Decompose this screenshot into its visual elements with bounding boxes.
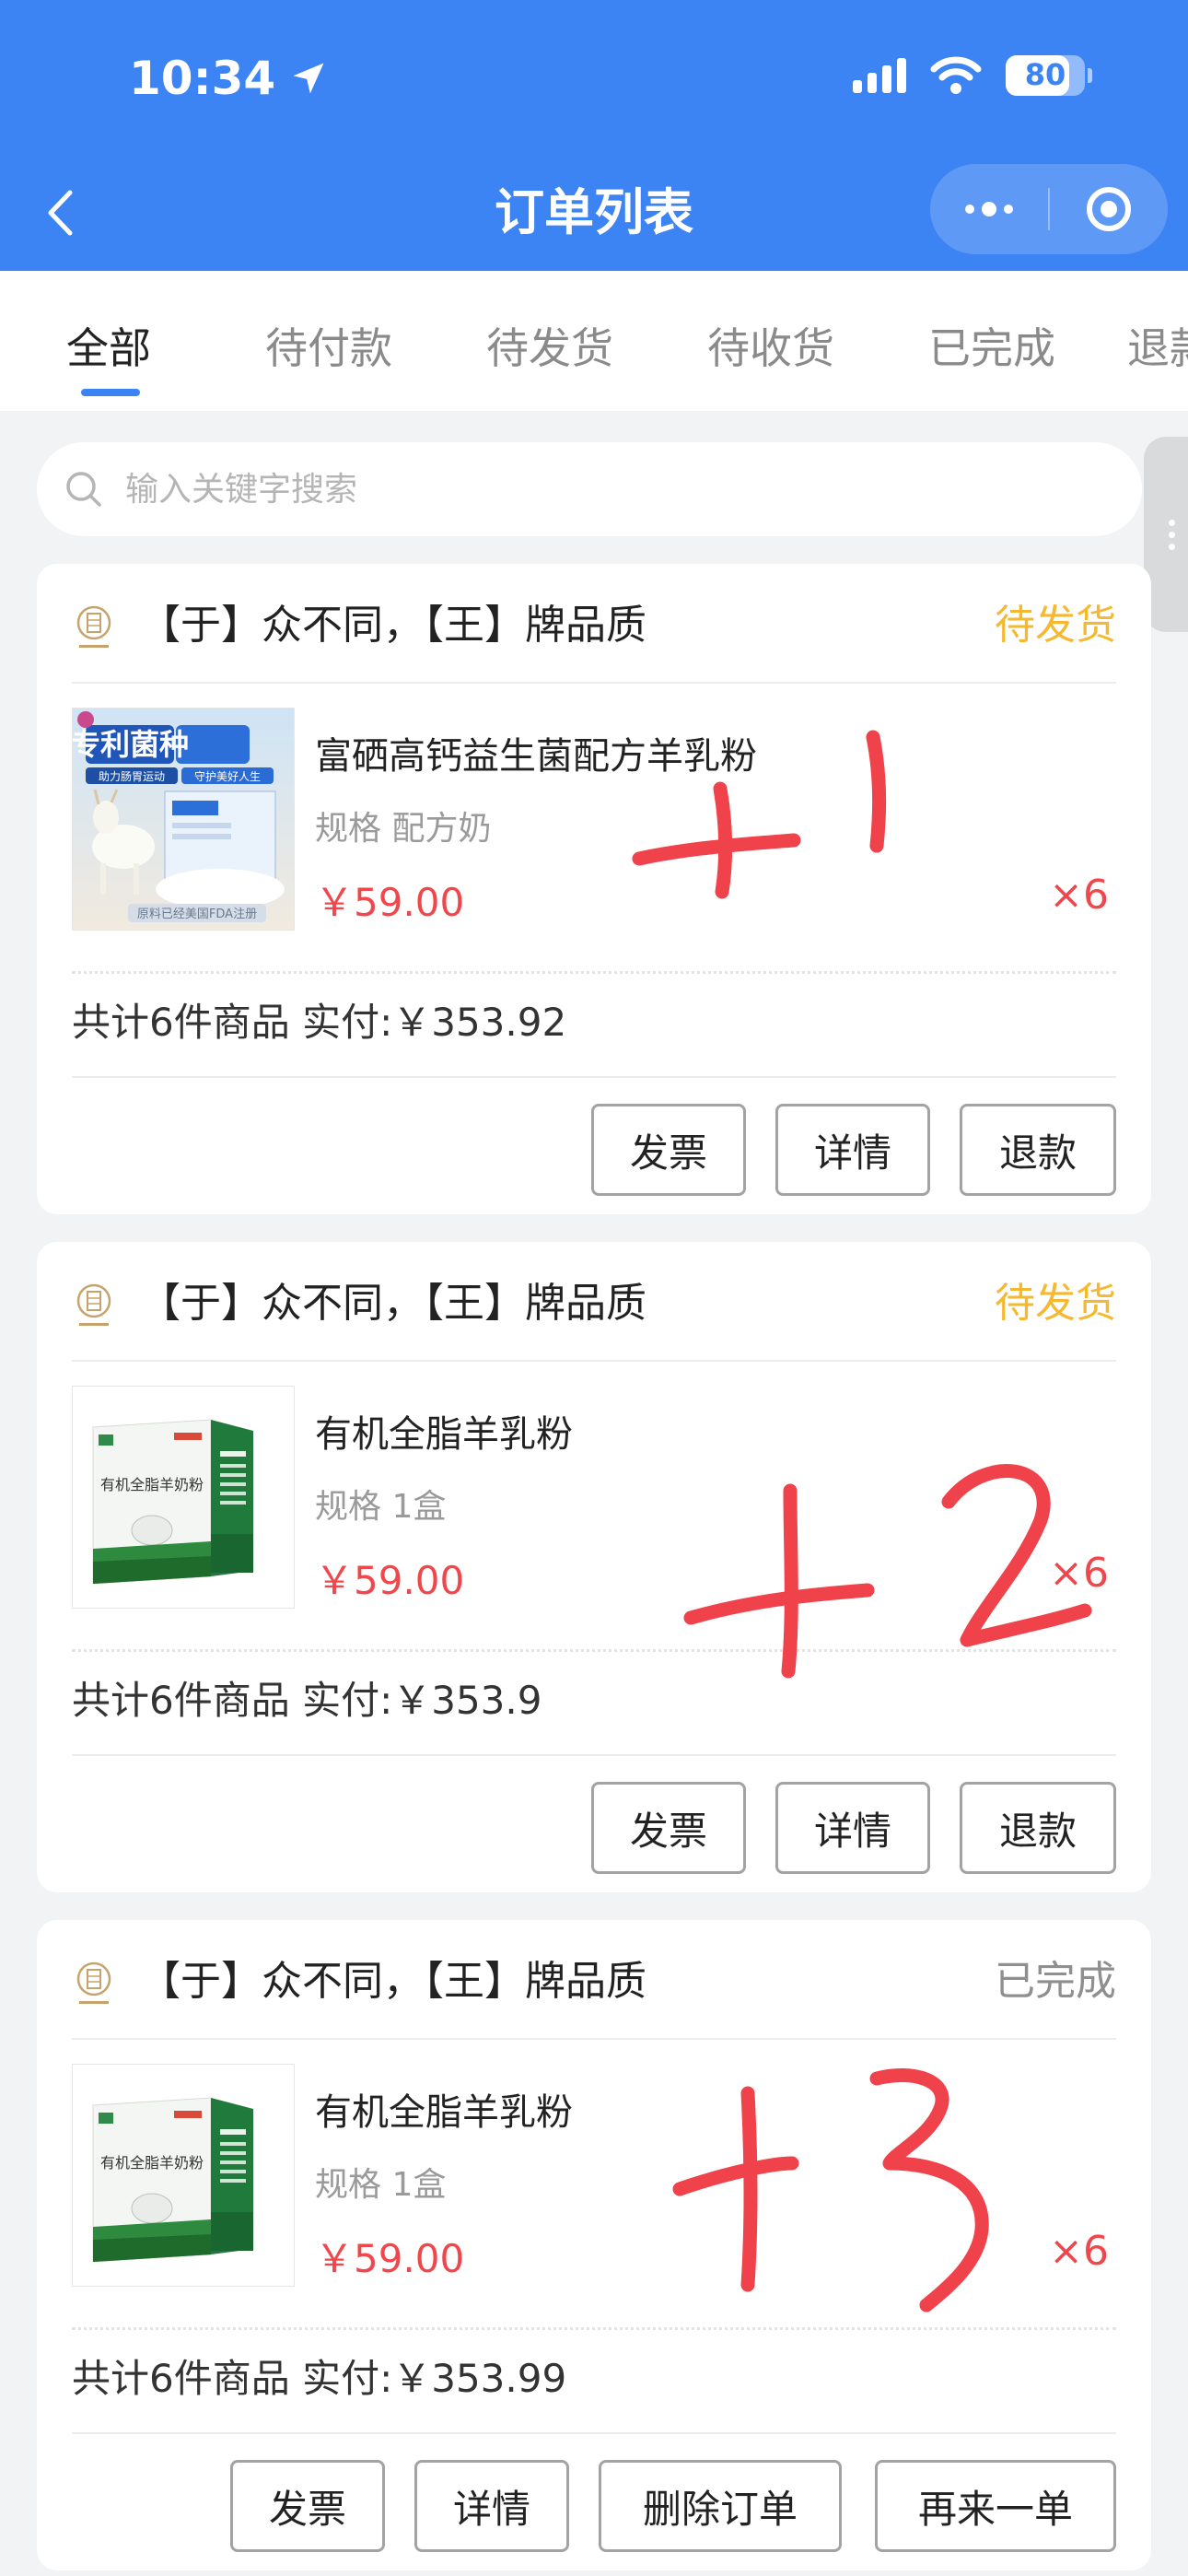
reorder-button[interactable]: 再来一单 [875,2460,1116,2552]
shop-header[interactable]: 【于】众不同，【王】牌品质 待发货 [37,1242,1151,1360]
dotted-divider [72,971,1116,974]
thumb-sub1-text: 助力肠胃运动 [99,770,165,783]
status-indicators: 80 [853,55,1092,96]
thumb-sub2-text: 守护美好人生 [194,770,261,783]
target-icon [1087,187,1131,231]
shop-header[interactable]: 【于】众不同，【王】牌品质 待发货 [37,564,1151,682]
order-status-label: 待发货 [995,602,1116,649]
refund-button[interactable]: 退款 [960,1782,1116,1874]
tab-refund[interactable]: 退款 [1127,315,1188,376]
details-button[interactable]: 详情 [414,2460,569,2552]
divider [72,1360,1116,1362]
divider [72,1076,1116,1078]
status-time-text: 10:34 [129,52,276,105]
product-name[interactable]: 有机全脂羊乳粉 [315,2082,573,2136]
order-card: 【于】众不同，【王】牌品质 待发货 有机全脂羊奶粉 有机全脂羊乳粉 规格 1盒 … [37,1242,1151,1892]
order-card: 【于】众不同，【王】牌品质 待发货 专利菌种 助力肠胃运动 守护美好人生 原料已… [37,564,1151,1214]
tab-completed[interactable]: 已完成 [928,315,1055,376]
shop-logo-icon [76,1283,111,1326]
order-summary: 共计6件商品 实付:￥353.92 [72,1000,567,1045]
divider [72,2432,1116,2434]
active-tab-indicator [81,389,140,396]
mini-program-capsule [930,164,1168,254]
delete-order-button[interactable]: 删除订单 [599,2460,842,2552]
details-button[interactable]: 详情 [775,1782,930,1874]
dotted-divider [72,1649,1116,1652]
invoice-button[interactable]: 发票 [591,1782,746,1874]
tab-pending-receipt[interactable]: 待收货 [707,315,834,376]
product-name[interactable]: 有机全脂羊乳粉 [315,1404,573,1458]
order-status-label: 待发货 [995,1280,1116,1327]
search-input[interactable] [123,469,956,509]
shop-logo-icon [76,605,111,648]
location-arrow-icon [293,63,324,94]
order-status-label: 已完成 [995,1958,1116,2005]
product-quantity: ×6 [1049,2228,1109,2275]
tab-all[interactable]: 全部 [66,315,151,376]
divider [72,1754,1116,1756]
top-bar: 10:34 80 订单列表 [0,0,1188,271]
divider [72,682,1116,684]
product-quantity: ×6 [1049,1550,1109,1597]
search-bar [37,442,1142,536]
thumb-title-text: 专利菌种 [73,727,189,762]
product-thumbnail[interactable]: 专利菌种 助力肠胃运动 守护美好人生 原料已经美国FDA注册 [72,708,295,931]
battery-icon: 80 [1006,55,1092,96]
product-thumbnail[interactable]: 有机全脂羊奶粉 [72,2064,295,2287]
product-price: ￥59.00 [315,1558,465,1603]
refund-button[interactable]: 退款 [960,1104,1116,1196]
more-dots-icon [965,202,1013,217]
cellular-signal-icon [853,58,906,93]
order-summary: 共计6件商品 实付:￥353.9 [72,1678,542,1723]
close-mini-program-button[interactable] [1050,164,1168,254]
shop-name: 【于】众不同，【王】牌品质 [140,602,646,649]
product-spec: 规格 1盒 [315,2166,447,2204]
tab-pending-shipment[interactable]: 待发货 [486,315,613,376]
product-spec: 规格 配方奶 [315,810,492,848]
shop-logo-icon [76,1961,111,2004]
thumb-title-text: 有机全脂羊奶粉 [100,2154,204,2172]
product-price: ￥59.00 [315,2236,465,2281]
shop-name: 【于】众不同，【王】牌品质 [140,1958,646,2005]
invoice-button[interactable]: 发票 [591,1104,746,1196]
thumb-title-text: 有机全脂羊奶粉 [100,1476,204,1493]
shop-name: 【于】众不同，【王】牌品质 [140,1280,646,1327]
divider [72,2038,1116,2040]
search-icon [63,468,105,510]
wifi-icon [930,56,982,94]
order-card: 【于】众不同，【王】牌品质 已完成 有机全脂羊奶粉 有机全脂羊乳粉 规格 1盒 … [37,1920,1151,2570]
invoice-button[interactable]: 发票 [230,2460,385,2552]
battery-level-text: 80 [1024,57,1066,92]
product-quantity: ×6 [1049,872,1109,919]
product-spec: 规格 1盒 [315,1488,447,1526]
more-menu-button[interactable] [930,164,1048,254]
product-price: ￥59.00 [315,880,465,925]
shop-header[interactable]: 【于】众不同，【王】牌品质 已完成 [37,1920,1151,2038]
product-name[interactable]: 富硒高钙益生菌配方羊乳粉 [315,726,757,779]
product-thumbnail[interactable]: 有机全脂羊奶粉 [72,1386,295,1609]
order-summary: 共计6件商品 实付:￥353.99 [72,2356,567,2401]
order-status-tabs: 全部 待付款 待发货 待收货 已完成 退款 [0,271,1188,411]
status-time: 10:34 [129,52,329,105]
thumb-bottom-text: 原料已经美国FDA注册 [137,907,257,921]
dotted-divider [72,2327,1116,2330]
tab-pending-payment[interactable]: 待付款 [265,315,392,376]
details-button[interactable]: 详情 [775,1104,930,1196]
